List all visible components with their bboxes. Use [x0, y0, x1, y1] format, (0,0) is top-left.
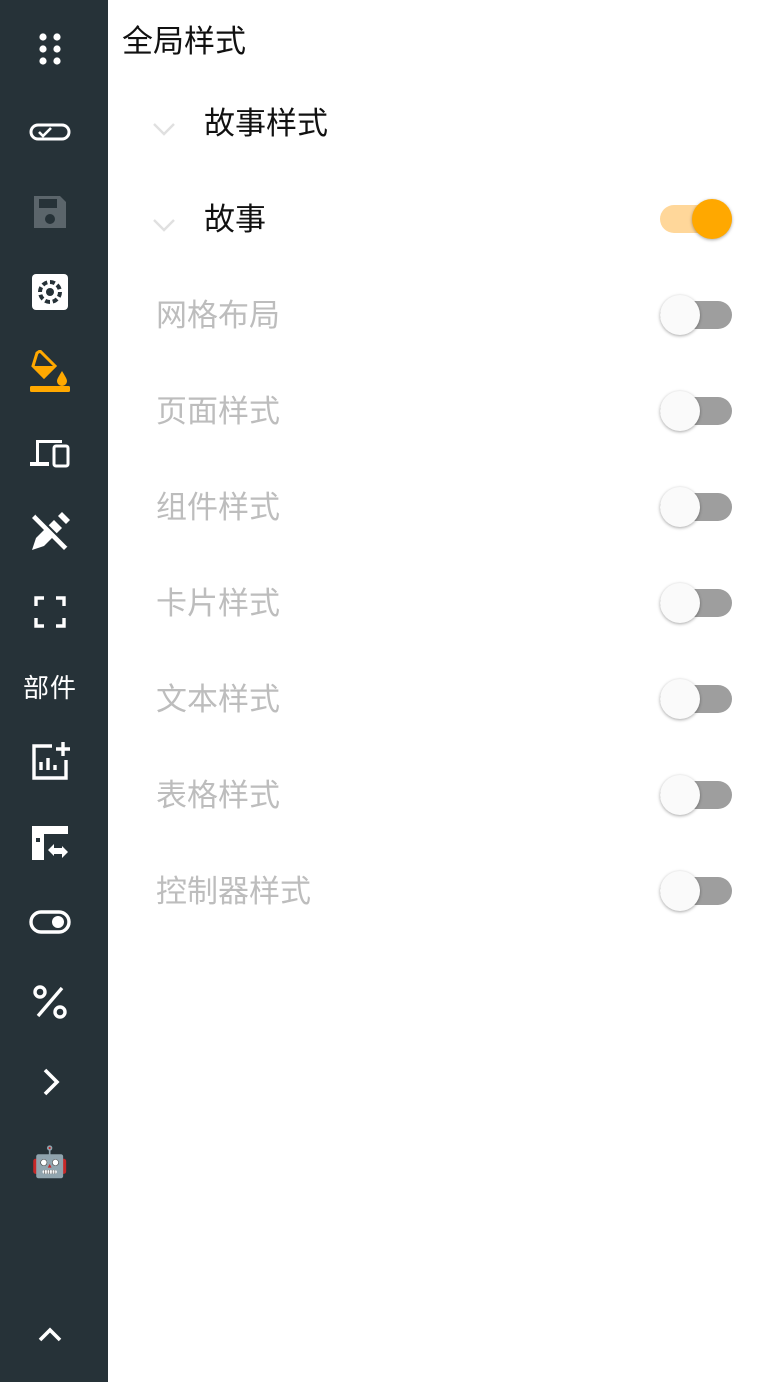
option-label: 组件样式 — [156, 490, 280, 526]
ticket-check-icon — [29, 123, 71, 141]
toggle-knob — [660, 391, 700, 431]
design-tools-icon — [32, 512, 70, 550]
section-label: 故事 — [204, 202, 266, 238]
robot-emoji-icon: 🤖 — [31, 1144, 69, 1180]
fullscreen-icon — [34, 596, 66, 628]
robot-button[interactable]: 🤖 — [0, 1130, 100, 1194]
option-card-style: 卡片样式 — [108, 564, 776, 644]
toggle-knob — [692, 199, 732, 239]
expand-button[interactable] — [0, 1050, 100, 1114]
percent-icon — [33, 985, 67, 1019]
add-chart-button[interactable] — [0, 730, 100, 794]
section-label: 故事样式 — [204, 106, 328, 142]
save-button[interactable] — [0, 180, 100, 244]
toggle-knob — [660, 583, 700, 623]
chevron-down-icon — [153, 123, 175, 136]
section-story-style[interactable]: 故事样式 — [108, 84, 776, 164]
design-tools-button[interactable] — [0, 500, 100, 564]
grid-layout-toggle[interactable] — [660, 295, 732, 335]
devices-icon — [30, 440, 70, 468]
sidebar: 部件 🤖 — [0, 0, 108, 1382]
story-toggle[interactable] — [660, 199, 732, 239]
option-label: 页面样式 — [156, 394, 280, 430]
component-style-toggle[interactable] — [660, 487, 732, 527]
toggle-button[interactable] — [0, 890, 100, 954]
toggle-knob — [660, 775, 700, 815]
option-label: 控制器样式 — [156, 874, 311, 910]
table-style-toggle[interactable] — [660, 775, 732, 815]
toggle-knob — [660, 679, 700, 719]
option-label: 卡片样式 — [156, 586, 280, 622]
toggle-knob — [660, 871, 700, 911]
page-style-toggle[interactable] — [660, 391, 732, 431]
widgets-button[interactable]: 部件 — [0, 654, 100, 718]
percent-button[interactable] — [0, 970, 100, 1034]
option-label: 网格布局 — [156, 298, 280, 334]
global-style-panel: 全局样式 故事样式 故事 网格布局 页面样式 组件样式 卡片样式 文本样式 表格… — [108, 0, 776, 1382]
ticket-check-button[interactable] — [0, 100, 100, 164]
toggle-knob — [660, 487, 700, 527]
add-chart-icon — [32, 742, 70, 780]
option-grid-layout: 网格布局 — [108, 276, 776, 356]
table-swap-button[interactable] — [0, 810, 100, 874]
chevron-up-icon — [38, 1327, 62, 1342]
option-text-style: 文本样式 — [108, 660, 776, 740]
text-style-toggle[interactable] — [660, 679, 732, 719]
controller-style-toggle[interactable] — [660, 871, 732, 911]
option-controller-style: 控制器样式 — [108, 852, 776, 932]
option-label: 文本样式 — [156, 682, 280, 718]
save-icon — [34, 196, 66, 228]
chevron-right-icon — [43, 1068, 60, 1096]
dots-grid-icon — [39, 33, 61, 65]
option-table-style: 表格样式 — [108, 756, 776, 836]
settings-button[interactable] — [0, 260, 100, 324]
option-label: 表格样式 — [156, 778, 280, 814]
option-component-style: 组件样式 — [108, 468, 776, 548]
panel-title: 全局样式 — [122, 24, 246, 60]
fullscreen-button[interactable] — [0, 580, 100, 644]
widgets-label: 部件 — [22, 673, 77, 704]
collapse-button[interactable] — [0, 1302, 100, 1366]
option-page-style: 页面样式 — [108, 372, 776, 452]
table-swap-icon — [32, 826, 68, 860]
settings-box-icon — [32, 274, 68, 310]
card-style-toggle[interactable] — [660, 583, 732, 623]
global-style-button[interactable] — [0, 340, 100, 404]
section-story[interactable]: 故事 — [108, 180, 776, 260]
devices-button[interactable] — [0, 420, 100, 484]
toggle-knob — [660, 295, 700, 335]
paint-bucket-icon — [30, 350, 70, 392]
toggle-icon — [29, 910, 71, 934]
chevron-down-icon — [153, 219, 175, 232]
menu-button[interactable] — [0, 20, 100, 84]
